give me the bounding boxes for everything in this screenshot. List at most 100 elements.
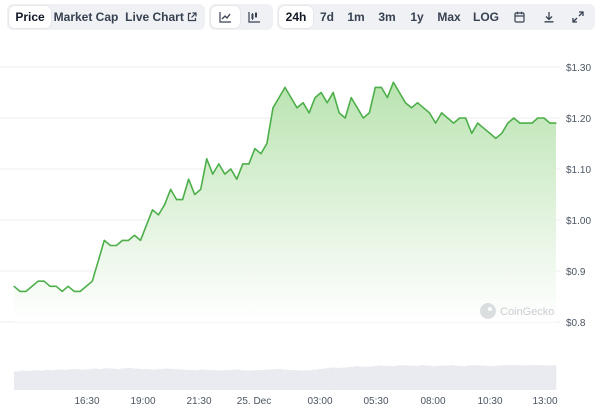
volume-bar bbox=[293, 370, 301, 390]
volume-bar bbox=[91, 368, 98, 390]
candlestick-chart-icon bbox=[248, 11, 261, 23]
download-button[interactable] bbox=[534, 6, 563, 28]
price-point bbox=[133, 234, 135, 236]
price-chart: $0.8 $0.9 $1.00 $1.10 $1.20 $1.30 16:30 19:00 2… bbox=[0, 63, 591, 407]
volume-bar bbox=[496, 365, 503, 390]
volume-bar bbox=[472, 365, 479, 390]
price-point bbox=[200, 188, 202, 190]
price-point bbox=[525, 122, 527, 124]
price-point bbox=[531, 122, 533, 124]
price-point bbox=[555, 122, 557, 124]
volume-bar bbox=[222, 370, 229, 390]
x-tick-label: 05:30 bbox=[363, 396, 388, 407]
price-point bbox=[127, 239, 129, 241]
price-point bbox=[350, 97, 352, 99]
price-point bbox=[332, 91, 334, 94]
price-point bbox=[103, 239, 105, 241]
candlestick-chart-button[interactable] bbox=[240, 6, 269, 28]
price-point bbox=[374, 86, 376, 88]
price-point bbox=[49, 285, 51, 287]
price-point bbox=[447, 117, 449, 119]
coingecko-watermark: CoinGecko bbox=[480, 303, 554, 319]
volume-bar bbox=[311, 369, 319, 390]
volume-bar bbox=[454, 365, 462, 390]
range-1m[interactable]: 1m bbox=[341, 6, 371, 28]
volume-bar bbox=[353, 366, 360, 390]
price-point bbox=[145, 224, 148, 226]
x-tick-label: 16:30 bbox=[74, 396, 99, 407]
volume-bar bbox=[365, 366, 372, 390]
price-point bbox=[236, 178, 238, 180]
range-1y[interactable]: 1y bbox=[403, 6, 431, 28]
price-point bbox=[459, 117, 461, 119]
volume-bar bbox=[371, 366, 378, 390]
price-point bbox=[489, 132, 491, 134]
volume-bar bbox=[156, 368, 164, 390]
range-max[interactable]: Max bbox=[431, 6, 467, 28]
price-point bbox=[206, 158, 208, 160]
tab-live-chart[interactable]: Live Chart bbox=[121, 6, 201, 28]
volume-bar bbox=[264, 369, 271, 390]
volume-bar bbox=[133, 368, 140, 390]
volume-bar bbox=[79, 369, 86, 390]
volume-bar bbox=[246, 370, 253, 390]
log-scale-toggle[interactable]: LOG bbox=[467, 6, 505, 28]
price-point bbox=[537, 117, 539, 119]
price-point bbox=[422, 107, 425, 109]
volume-bar bbox=[389, 366, 396, 390]
volume-bar bbox=[115, 368, 122, 390]
price-point bbox=[513, 117, 515, 119]
price-point bbox=[477, 122, 479, 124]
volume-bar bbox=[168, 368, 176, 390]
volume-bar bbox=[395, 365, 402, 390]
price-point bbox=[157, 214, 160, 216]
y-tick-label: $1.20 bbox=[566, 114, 591, 125]
price-point bbox=[404, 102, 406, 104]
price-point bbox=[151, 209, 154, 211]
volume-bar bbox=[55, 369, 62, 390]
volume-bar bbox=[252, 370, 259, 390]
range-3m[interactable]: 3m bbox=[371, 6, 403, 28]
line-chart-button[interactable] bbox=[211, 6, 240, 28]
volume-bar bbox=[31, 370, 39, 390]
price-point bbox=[549, 122, 551, 124]
price-point bbox=[19, 290, 21, 292]
fullscreen-button[interactable] bbox=[563, 6, 592, 28]
volume-bar bbox=[466, 365, 473, 390]
volume-bar bbox=[478, 365, 485, 390]
y-tick-label: $1.30 bbox=[566, 63, 591, 74]
date-picker-button[interactable] bbox=[505, 6, 534, 28]
price-point bbox=[380, 86, 382, 88]
price-point bbox=[416, 102, 419, 104]
volume-bar bbox=[14, 371, 21, 390]
price-point bbox=[73, 290, 75, 292]
live-chart-label: Live Chart bbox=[125, 10, 184, 24]
tab-market-cap[interactable]: Market Cap bbox=[51, 6, 121, 28]
volume-bar bbox=[329, 367, 336, 390]
volume-bar bbox=[413, 365, 420, 390]
price-point bbox=[338, 112, 340, 114]
volume-bar bbox=[436, 365, 444, 390]
price-point bbox=[176, 199, 178, 201]
price-point bbox=[465, 117, 467, 119]
price-point bbox=[194, 193, 196, 196]
x-tick-label: 08:00 bbox=[420, 396, 445, 407]
line-chart-icon bbox=[219, 11, 232, 23]
price-point bbox=[37, 280, 39, 282]
price-point bbox=[501, 132, 503, 134]
price-point bbox=[543, 117, 545, 119]
volume-bar bbox=[508, 364, 515, 390]
volume-bar bbox=[198, 369, 205, 390]
range-7d[interactable]: 7d bbox=[313, 6, 341, 28]
range-24h[interactable]: 24h bbox=[279, 6, 313, 28]
volume-bar bbox=[448, 365, 456, 390]
price-point bbox=[278, 97, 280, 99]
volume-bar bbox=[335, 367, 342, 390]
volume-bar bbox=[180, 369, 188, 390]
price-point bbox=[164, 204, 166, 206]
price-point bbox=[272, 107, 274, 109]
volume-bar bbox=[97, 368, 104, 390]
tab-price[interactable]: Price bbox=[9, 6, 51, 28]
volume-bar bbox=[347, 366, 354, 390]
volume-bar bbox=[341, 367, 348, 390]
